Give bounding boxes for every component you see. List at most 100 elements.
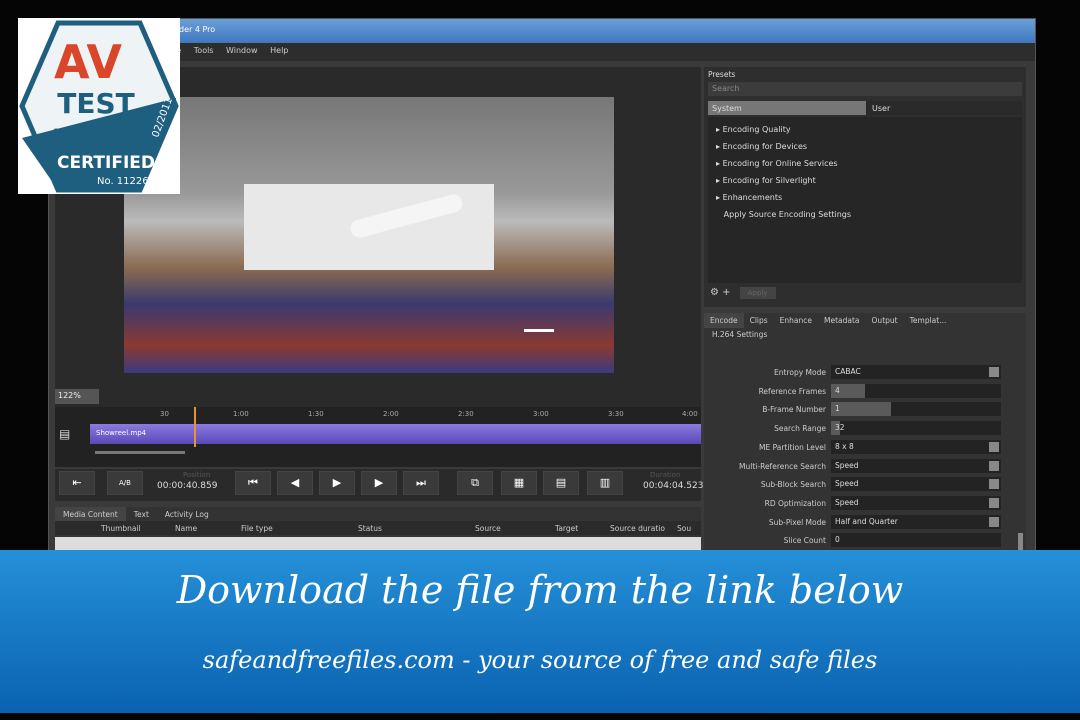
film-strip-icon: ▤ — [59, 427, 71, 441]
chevron-down-icon[interactable] — [989, 497, 999, 508]
setting-label: Sub-Pixel Mode — [768, 517, 826, 527]
setting-dropdown[interactable]: Half and Quarter — [831, 514, 1001, 529]
col-name[interactable]: Name — [175, 524, 197, 533]
tab-enhance[interactable]: Enhance — [774, 313, 818, 328]
timeline[interactable]: ▤ 30 1:00 1:30 2:00 2:30 3:00 3:30 4:00 … — [55, 407, 701, 467]
chevron-down-icon[interactable] — [989, 460, 999, 471]
play-button[interactable]: ▶ — [319, 471, 355, 495]
setting-dropdown[interactable]: Speed — [831, 495, 1001, 510]
setting-row: Search Range 32 — [704, 421, 1004, 436]
insert-marker-button[interactable]: ▦ — [501, 471, 537, 495]
presets-tabs: System User — [708, 101, 1022, 115]
tab-media-content[interactable]: Media Content — [55, 507, 126, 522]
preset-item[interactable]: ▸ Encoding for Devices — [716, 138, 1014, 155]
setting-dropdown[interactable]: Speed — [831, 477, 1001, 492]
setting-value: Speed — [835, 497, 859, 507]
col-status[interactable]: Status — [358, 524, 382, 533]
preset-label: Encoding for Online Services — [722, 159, 838, 168]
setting-row: Sub-Pixel Mode Half and Quarter — [704, 514, 1004, 530]
setting-label: Slice Count — [783, 536, 826, 546]
preset-item[interactable]: ▸ Encoding Quality — [716, 121, 1014, 138]
tick-label: 2:00 — [383, 410, 399, 418]
remove-marker-button[interactable]: ▥ — [587, 471, 623, 495]
setting-slider[interactable]: 1 — [831, 402, 1001, 417]
tab-encode[interactable]: Encode — [704, 313, 744, 328]
timeline-zoom-slider[interactable] — [95, 451, 185, 454]
video-watermark-icon — [524, 312, 554, 332]
preset-item[interactable]: ▸ Encoding for Online Services — [716, 155, 1014, 172]
preset-label: Enhancements — [722, 193, 783, 202]
col-source-duration[interactable]: Source duratio — [610, 524, 665, 533]
setting-value: 0 — [835, 535, 840, 545]
presets-footer: ⚙ + Apply — [708, 285, 1022, 303]
tab-system[interactable]: System — [708, 101, 866, 115]
banner-link[interactable]: safeandfreefiles.com - your source of fr… — [0, 646, 1080, 674]
setting-text[interactable]: 0 — [831, 533, 1001, 548]
zoom-select[interactable]: 122% — [55, 389, 99, 404]
playhead[interactable] — [193, 407, 202, 447]
setting-dropdown[interactable]: 8 x 8 — [831, 439, 1001, 454]
setting-label: RD Optimization — [764, 498, 826, 508]
add-icon[interactable]: + — [722, 287, 730, 298]
tab-output[interactable]: Output — [866, 313, 904, 328]
setting-row: Entropy Mode CABAC — [704, 365, 1004, 380]
setting-value: 8 x 8 — [835, 441, 854, 451]
tab-text[interactable]: Text — [126, 507, 157, 522]
gear-icon[interactable]: ⚙ — [710, 287, 719, 298]
col-source[interactable]: Source — [475, 524, 501, 533]
menu-window[interactable]: Window — [226, 46, 258, 55]
tab-metadata[interactable]: Metadata — [818, 313, 866, 328]
film-strip-button[interactable]: ▤ — [543, 471, 579, 495]
col-source-extra[interactable]: Sou — [677, 524, 691, 533]
banner-headline: Download the file from the link below — [176, 568, 904, 612]
preset-item[interactable]: ▸ Encoding for Silverlight — [716, 172, 1014, 189]
setting-row: Reference Frames 4 — [704, 383, 1004, 399]
menu-tools[interactable]: Tools — [194, 46, 214, 55]
ab-compare-button[interactable]: A/B — [107, 471, 143, 495]
chevron-down-icon[interactable] — [989, 367, 999, 377]
timeline-clip[interactable]: Showreel.mp4 — [90, 424, 701, 444]
col-file-type[interactable]: File type — [241, 524, 273, 533]
tab-activity-log[interactable]: Activity Log — [157, 507, 217, 522]
title-bar: der 4 Pro — [49, 19, 1035, 43]
setting-label: Multi-Reference Search — [739, 461, 826, 471]
video-frame[interactable] — [124, 97, 614, 373]
tick-label: 1:30 — [308, 410, 324, 418]
av-test-badge: AV TEST av-test.org CERTIFIED No. 112261… — [18, 18, 180, 194]
go-to-end-button[interactable]: ⏭ — [403, 471, 439, 495]
preset-label: Apply Source Encoding Settings — [723, 210, 852, 219]
tab-user[interactable]: User — [868, 101, 894, 115]
download-banner: Download the file from the link below sa… — [0, 550, 1080, 713]
tab-clips[interactable]: Clips — [744, 313, 774, 328]
svg-text:AV: AV — [54, 35, 122, 89]
tab-templates[interactable]: Templat... — [904, 313, 953, 328]
svg-text:av-test.org: av-test.org — [53, 125, 123, 140]
chevron-down-icon[interactable] — [989, 516, 999, 527]
setting-row: RD Optimization Speed — [704, 495, 1004, 511]
setting-slider[interactable]: 32 — [831, 421, 1001, 436]
col-target[interactable]: Target — [555, 524, 578, 533]
setting-row: ME Partition Level 8 x 8 — [704, 439, 1004, 455]
preset-item[interactable]: Apply Source Encoding Settings — [716, 206, 1014, 223]
presets-search-input[interactable]: Search — [708, 82, 1022, 96]
go-to-start-button[interactable]: ⏮ — [235, 471, 271, 495]
chevron-down-icon[interactable] — [989, 479, 999, 490]
step-back-button[interactable]: ◀ — [277, 471, 313, 495]
presets-title: Presets — [708, 70, 736, 79]
split-clip-button[interactable]: ⧉ — [457, 471, 493, 495]
setting-dropdown[interactable]: CABAC — [831, 365, 1001, 379]
col-thumbnail[interactable]: Thumbnail — [101, 524, 141, 533]
tick-label: 3:30 — [608, 410, 624, 418]
mark-in-button[interactable]: ⇤ — [59, 471, 95, 495]
menu-help[interactable]: Help — [270, 46, 288, 55]
chevron-down-icon[interactable] — [989, 441, 999, 452]
apply-button[interactable]: Apply — [739, 287, 776, 299]
preset-item[interactable]: ▸ Enhancements — [716, 189, 1014, 206]
setting-value: Half and Quarter — [835, 516, 898, 526]
step-forward-button[interactable]: ▶ — [361, 471, 397, 495]
timeline-ruler[interactable]: 30 1:00 1:30 2:00 2:30 3:00 3:30 4:00 — [90, 407, 701, 423]
setting-slider[interactable]: 4 — [831, 383, 1001, 398]
media-content-panel: Media Content Text Activity Log Thumbnail … — [55, 507, 701, 553]
setting-dropdown[interactable]: Speed — [831, 458, 1001, 473]
setting-value: 32 — [835, 423, 845, 433]
